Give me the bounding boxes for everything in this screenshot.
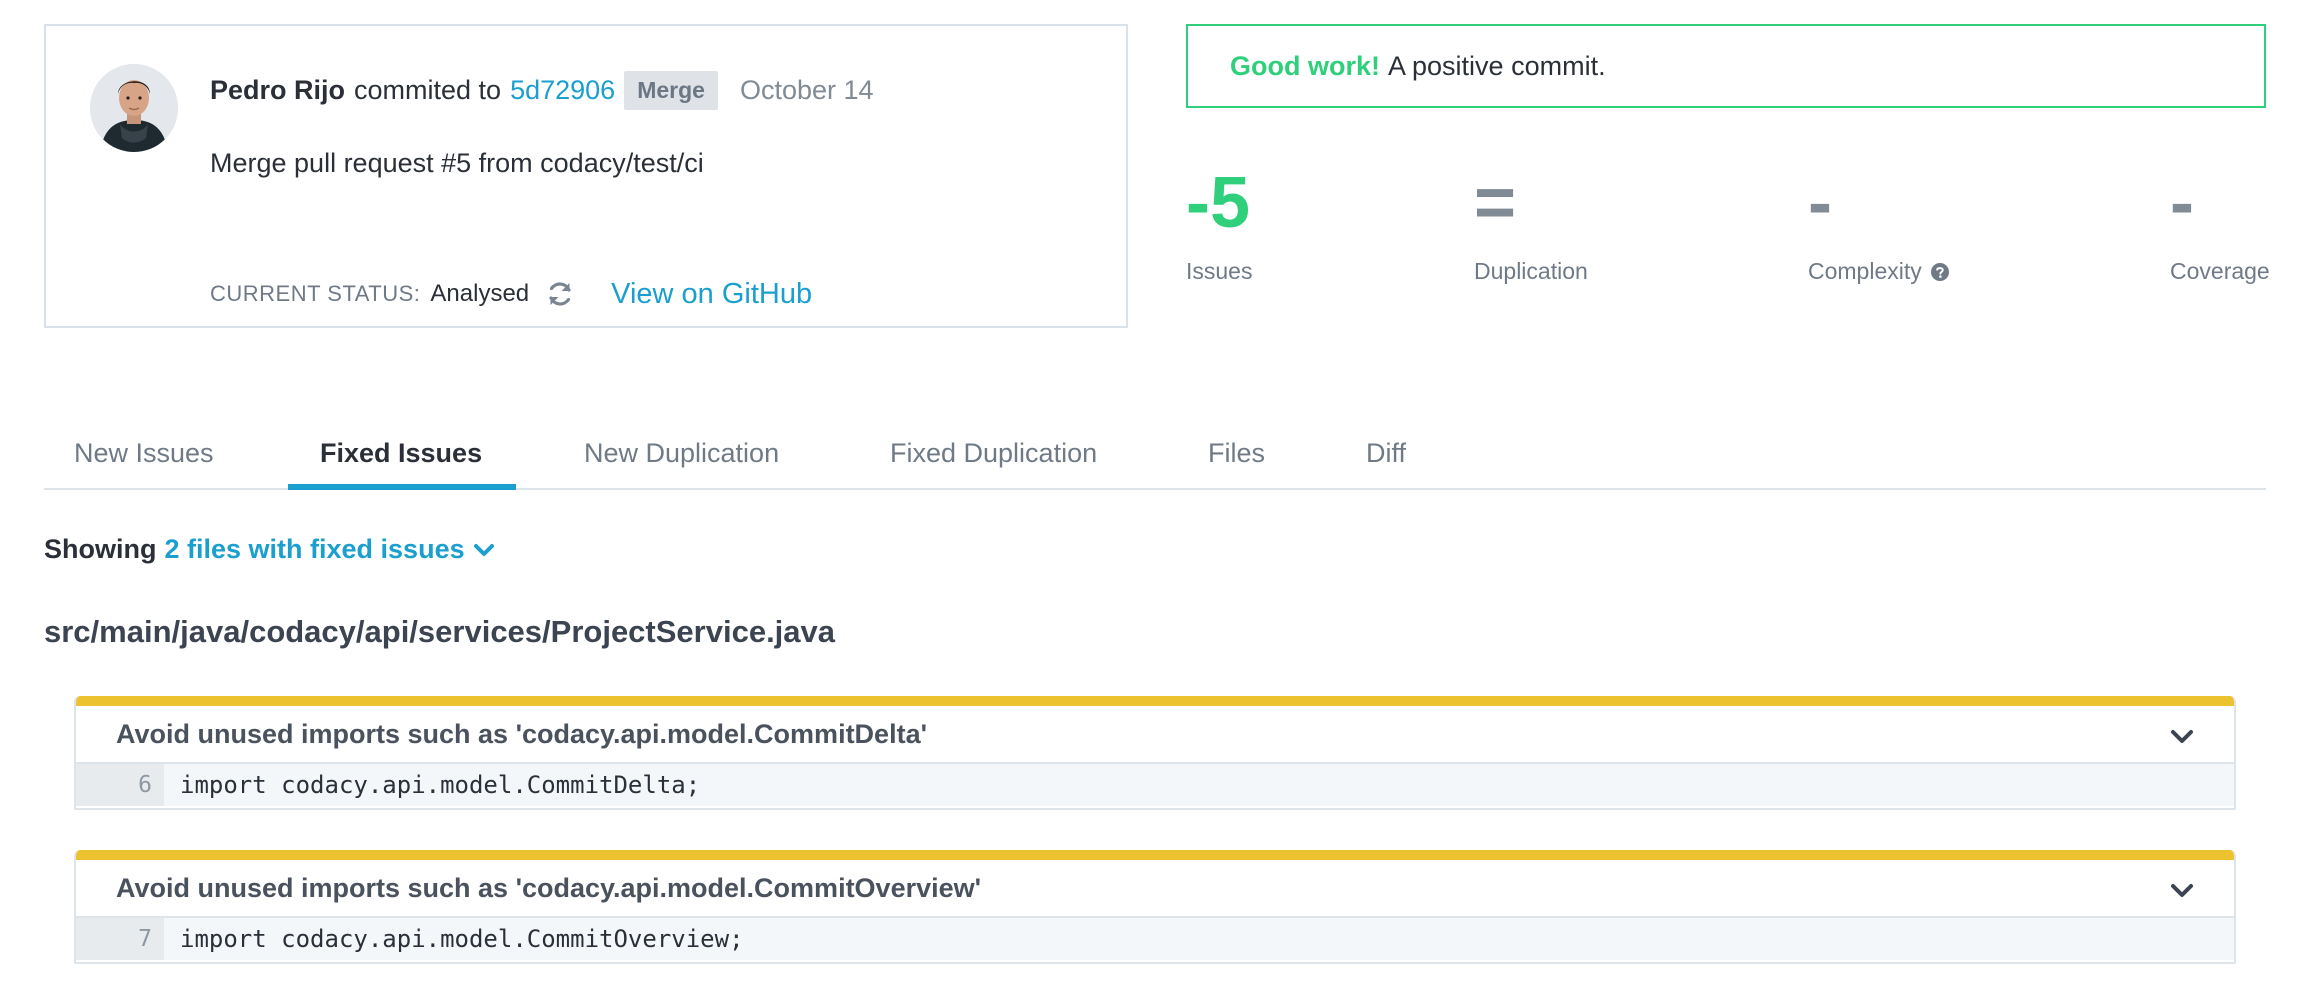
metric-coverage: - Coverage bbox=[2170, 160, 2270, 285]
metric-complexity-label: Complexity bbox=[1808, 258, 1922, 284]
tab-diff[interactable]: Diff bbox=[1366, 424, 1406, 490]
metric-coverage-value: - bbox=[2170, 163, 2194, 243]
code-line: 6 import codacy.api.model.CommitDelta; bbox=[76, 764, 2234, 806]
issue-title: Avoid unused imports such as 'codacy.api… bbox=[116, 872, 982, 903]
chevron-down-icon[interactable] bbox=[2168, 722, 2196, 750]
commit-page: Pedro Rijo commited to 5d72906 Merge Oct… bbox=[0, 0, 2304, 988]
code-line: 7 import codacy.api.model.CommitOverview… bbox=[76, 918, 2234, 960]
status-row: CURRENT STATUS: Analysed View on GitHub bbox=[210, 274, 812, 314]
tab-new-duplication[interactable]: New Duplication bbox=[584, 424, 779, 490]
code-text: import codacy.api.model.CommitDelta; bbox=[180, 771, 701, 799]
avatar bbox=[90, 64, 178, 152]
metric-duplication-value: = bbox=[1474, 163, 1517, 243]
chevron-down-icon[interactable] bbox=[471, 537, 497, 563]
commit-date: October 14 bbox=[739, 74, 874, 105]
line-number: 7 bbox=[76, 918, 164, 960]
commit-sha-link[interactable]: 5d72906 bbox=[510, 75, 615, 106]
status-label: CURRENT STATUS: bbox=[210, 281, 421, 306]
issue-severity-bar bbox=[76, 850, 2234, 860]
metric-issues-value: -5 bbox=[1186, 163, 1251, 243]
issue-severity-bar bbox=[76, 696, 2234, 706]
tab-files[interactable]: Files bbox=[1208, 424, 1265, 490]
issue-card: Avoid unused imports such as 'codacy.api… bbox=[74, 850, 2236, 964]
merge-badge: Merge bbox=[624, 70, 718, 110]
tab-fixed-issues[interactable]: Fixed Issues bbox=[320, 424, 482, 490]
tab-fixed-duplication[interactable]: Fixed Duplication bbox=[890, 424, 1097, 490]
metric-duplication-label: Duplication bbox=[1474, 258, 1588, 284]
positive-commit-banner: Good work! A positive commit. bbox=[1186, 24, 2266, 108]
file-path: src/main/java/codacy/api/services/Projec… bbox=[44, 614, 836, 649]
view-on-github-link[interactable]: View on GitHub bbox=[611, 278, 812, 311]
showing-label: Showing bbox=[44, 534, 157, 564]
commit-message: Merge pull request #5 from codacy/test/c… bbox=[210, 148, 704, 178]
commit-verb: commited to bbox=[354, 74, 502, 105]
metric-issues-label: Issues bbox=[1186, 258, 1253, 284]
metric-issues: -5 Issues bbox=[1186, 160, 1252, 285]
issue-title: Avoid unused imports such as 'codacy.api… bbox=[116, 718, 928, 749]
issue-header[interactable]: Avoid unused imports such as 'codacy.api… bbox=[76, 706, 2234, 764]
chevron-down-icon[interactable] bbox=[2168, 876, 2196, 904]
tab-bar: New Issues Fixed Issues New Duplication … bbox=[44, 424, 2266, 490]
refresh-icon[interactable] bbox=[545, 279, 575, 309]
commit-card: Pedro Rijo commited to 5d72906 Merge Oct… bbox=[44, 24, 1128, 328]
issue-card: Avoid unused imports such as 'codacy.api… bbox=[74, 696, 2236, 810]
active-tab-indicator bbox=[288, 484, 516, 490]
banner-strong-text: Good work! bbox=[1230, 50, 1380, 81]
status-value: Analysed bbox=[430, 280, 530, 307]
files-filter-link[interactable]: 2 files with fixed issues bbox=[164, 534, 464, 565]
code-text: import codacy.api.model.CommitOverview; bbox=[180, 925, 744, 953]
metric-duplication: = Duplication bbox=[1474, 160, 1588, 285]
metric-coverage-label: Coverage bbox=[2170, 258, 2270, 284]
showing-filter: Showing 2 files with fixed issues bbox=[44, 534, 497, 565]
metric-complexity: - Complexity bbox=[1808, 160, 1950, 285]
commit-summary: Pedro Rijo commited to 5d72906 Merge Oct… bbox=[210, 70, 874, 110]
line-number: 6 bbox=[76, 764, 164, 806]
banner-text: A positive commit. bbox=[1388, 50, 1606, 81]
metric-complexity-value: - bbox=[1808, 163, 1832, 243]
question-circle-icon[interactable] bbox=[1930, 262, 1950, 282]
author-name: Pedro Rijo bbox=[210, 74, 346, 105]
issue-header[interactable]: Avoid unused imports such as 'codacy.api… bbox=[76, 860, 2234, 918]
tab-new-issues[interactable]: New Issues bbox=[74, 424, 214, 490]
